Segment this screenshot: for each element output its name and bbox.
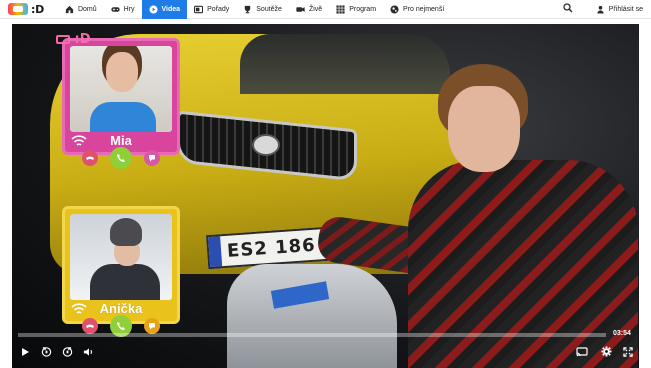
fullscreen-button[interactable]: [621, 346, 635, 360]
caller-card-mia: Mia: [62, 38, 180, 155]
volume-icon: [83, 344, 94, 362]
caller-name: Anička: [99, 301, 143, 316]
home-icon: [65, 5, 74, 14]
tv-icon: [194, 5, 204, 14]
answer-button[interactable]: [110, 147, 132, 169]
gear-icon: [600, 344, 612, 362]
caller-photo: [70, 214, 172, 300]
nav-item-label: Hry: [123, 5, 135, 13]
play-button[interactable]: [18, 346, 32, 360]
user-icon: [596, 5, 605, 14]
nav-item-label: Program: [349, 5, 377, 13]
nav-item-label: Domů: [77, 5, 97, 13]
gamepad-icon: [111, 5, 120, 14]
call-buttons: [82, 147, 160, 169]
top-navigation: :D Domů Hry Videa Pořady Soutěže Živě Pr…: [0, 0, 651, 19]
rewind-button[interactable]: [39, 346, 53, 360]
login-link[interactable]: Přihlásit se: [596, 5, 643, 14]
play-circle-icon: [148, 4, 158, 14]
nav-item-home[interactable]: Domů: [58, 0, 104, 19]
globe-icon: [390, 4, 399, 14]
search-icon: [563, 0, 573, 18]
trophy-icon: [243, 5, 252, 14]
car-emblem: [252, 134, 280, 156]
nav-item-label: Videa: [161, 5, 181, 13]
live-camera-icon: [296, 5, 305, 14]
channel-watermark: :D: [56, 32, 104, 48]
caller-photo: [70, 46, 172, 132]
duration-label: 03:54: [613, 330, 631, 337]
login-label: Přihlásit se: [608, 5, 643, 13]
caller-card-anicka: Anička: [62, 206, 180, 324]
watermark-logo-icon: [56, 35, 70, 44]
nav-item-label: Soutěže: [256, 5, 282, 13]
presenter-boy: [315, 64, 638, 368]
forward-10-icon: [62, 344, 73, 362]
hang-up-button[interactable]: [82, 318, 98, 334]
cast-icon: [576, 344, 588, 362]
logo-text: :D: [31, 2, 44, 16]
nav-item-program[interactable]: Program: [329, 0, 383, 19]
nav-item-games[interactable]: Hry: [104, 0, 142, 19]
logo-mark-icon: [8, 3, 28, 15]
license-plate-text: ES2 186: [226, 234, 317, 262]
nav-item-videos[interactable]: Videa: [141, 0, 188, 19]
video-player[interactable]: ES2 186 Mia :D Anička 03:54: [12, 24, 639, 368]
forward-button[interactable]: [60, 346, 74, 360]
settings-button[interactable]: [599, 346, 613, 360]
caller-name: Mia: [110, 133, 132, 148]
fullscreen-icon: [623, 344, 633, 362]
nav-item-shows[interactable]: Pořady: [187, 0, 236, 19]
nav-item-live[interactable]: Živě: [289, 0, 329, 19]
volume-button[interactable]: [81, 346, 95, 360]
message-button[interactable]: [144, 318, 160, 334]
nav-item-label: Živě: [308, 5, 323, 13]
cast-button[interactable]: [575, 346, 589, 360]
progress-bar[interactable]: [18, 333, 606, 337]
site-logo[interactable]: :D: [8, 0, 44, 19]
hang-up-button[interactable]: [82, 150, 98, 166]
nav-item-label: Pro nejmenší: [403, 5, 445, 13]
message-button[interactable]: [144, 150, 160, 166]
video-frame: ES2 186 Mia :D Anička: [12, 24, 639, 368]
nav-item-little-ones[interactable]: Pro nejmenší: [383, 0, 451, 19]
rewind-10-icon: [41, 344, 52, 362]
motorcycle: [227, 264, 397, 368]
grid-icon: [336, 4, 345, 14]
nav-item-contests[interactable]: Soutěže: [236, 0, 289, 19]
nav-right-group: Přihlásit se: [560, 0, 651, 19]
play-icon: [20, 344, 30, 362]
search-button[interactable]: [560, 1, 576, 17]
nav-item-label: Pořady: [207, 5, 230, 13]
